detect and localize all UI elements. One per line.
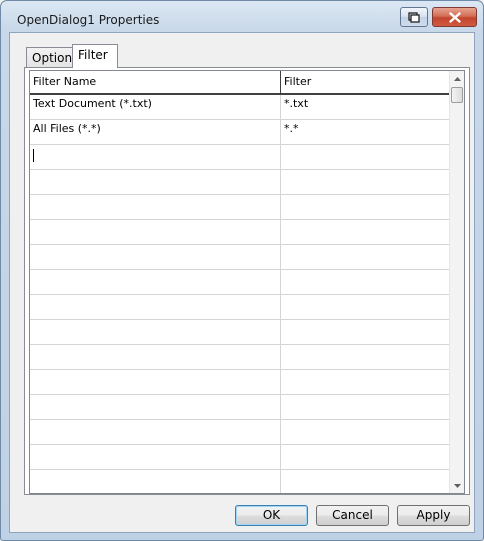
cell-filter-name[interactable] xyxy=(30,245,280,269)
table-row-empty[interactable] xyxy=(30,370,449,395)
ok-button[interactable]: OK xyxy=(235,505,308,526)
cell-filter[interactable] xyxy=(280,470,450,493)
table-row[interactable]: Text Document (*.txt) *.txt xyxy=(30,95,449,120)
apply-button[interactable]: Apply xyxy=(397,505,470,526)
column-header-filter-name[interactable]: Filter Name xyxy=(30,71,280,93)
table-row[interactable]: All Files (*.*) *.* xyxy=(30,120,449,145)
column-header-filter[interactable]: Filter xyxy=(280,71,450,93)
cell-filter-name[interactable]: All Files (*.*) xyxy=(30,120,280,144)
table-row-empty[interactable] xyxy=(30,470,450,493)
help-button[interactable] xyxy=(400,7,428,27)
cell-filter[interactable] xyxy=(280,195,450,219)
cell-filter-name[interactable] xyxy=(30,320,280,344)
cell-filter[interactable] xyxy=(280,395,450,419)
filter-tab-panel: Filter Name Filter Text Document (*.txt)… xyxy=(24,67,470,495)
scroll-thumb[interactable] xyxy=(451,87,463,103)
close-button[interactable] xyxy=(432,7,477,27)
cell-filter[interactable] xyxy=(280,420,450,444)
scroll-down-button[interactable] xyxy=(450,478,464,493)
table-row-empty[interactable] xyxy=(30,220,449,245)
vertical-scrollbar[interactable] xyxy=(449,71,464,493)
cell-filter[interactable] xyxy=(280,345,450,369)
dialog-body: Options Filter Filter Name Filter Text D… xyxy=(9,32,475,533)
cell-filter[interactable] xyxy=(280,320,450,344)
table-row-empty[interactable] xyxy=(30,295,449,320)
table-row-empty[interactable] xyxy=(30,395,449,420)
scroll-up-button[interactable] xyxy=(450,71,464,86)
arrow-down-icon xyxy=(454,483,461,488)
cell-filter[interactable]: *.txt xyxy=(280,95,450,119)
table-row-empty[interactable] xyxy=(30,445,449,470)
context-help-icon xyxy=(408,11,420,23)
table-row-empty[interactable] xyxy=(30,195,449,220)
cell-filter-name[interactable] xyxy=(30,395,280,419)
close-icon xyxy=(448,11,461,23)
cell-filter-name[interactable] xyxy=(30,370,280,394)
cell-filter-name[interactable] xyxy=(30,445,280,469)
table-row-empty[interactable] xyxy=(30,345,449,370)
cell-filter-name[interactable] xyxy=(30,220,280,244)
cell-filter-name[interactable]: Text Document (*.txt) xyxy=(30,95,280,119)
tab-options[interactable]: Options xyxy=(26,47,78,68)
table-row-empty[interactable] xyxy=(30,270,449,295)
cell-filter[interactable]: *.* xyxy=(280,120,450,144)
window-title: OpenDialog1 Properties xyxy=(17,13,160,27)
cell-filter[interactable] xyxy=(280,145,450,169)
cell-filter-name[interactable] xyxy=(30,295,280,319)
arrow-up-icon xyxy=(454,76,461,81)
cell-filter-name-editing[interactable] xyxy=(30,145,280,169)
cancel-button[interactable]: Cancel xyxy=(316,505,389,526)
grid-rows: Text Document (*.txt) *.txt All Files (*… xyxy=(30,95,450,493)
cell-filter-name[interactable] xyxy=(30,195,280,219)
cell-filter-name[interactable] xyxy=(30,270,280,294)
cell-filter[interactable] xyxy=(280,245,450,269)
title-bar[interactable]: OpenDialog1 Properties xyxy=(1,1,483,33)
cell-filter[interactable] xyxy=(280,220,450,244)
cell-filter[interactable] xyxy=(280,295,450,319)
cell-filter-name[interactable] xyxy=(30,470,280,493)
filter-grid[interactable]: Filter Name Filter Text Document (*.txt)… xyxy=(29,70,465,494)
cell-filter[interactable] xyxy=(280,370,450,394)
grid-header: Filter Name Filter xyxy=(30,71,449,95)
cell-filter[interactable] xyxy=(280,445,450,469)
cell-filter-name[interactable] xyxy=(30,345,280,369)
cell-filter[interactable] xyxy=(280,170,450,194)
table-row-new[interactable] xyxy=(30,145,449,170)
properties-dialog: OpenDialog1 Properties Options Filter Fi… xyxy=(0,0,484,541)
cell-filter-name[interactable] xyxy=(30,170,280,194)
cell-filter-name[interactable] xyxy=(30,420,280,444)
table-row-empty[interactable] xyxy=(30,170,449,195)
table-row-empty[interactable] xyxy=(30,420,449,445)
cell-filter[interactable] xyxy=(280,270,450,294)
table-row-empty[interactable] xyxy=(30,320,449,345)
text-caret xyxy=(33,149,34,162)
table-row-empty[interactable] xyxy=(30,245,449,270)
tab-filter[interactable]: Filter xyxy=(72,44,118,68)
